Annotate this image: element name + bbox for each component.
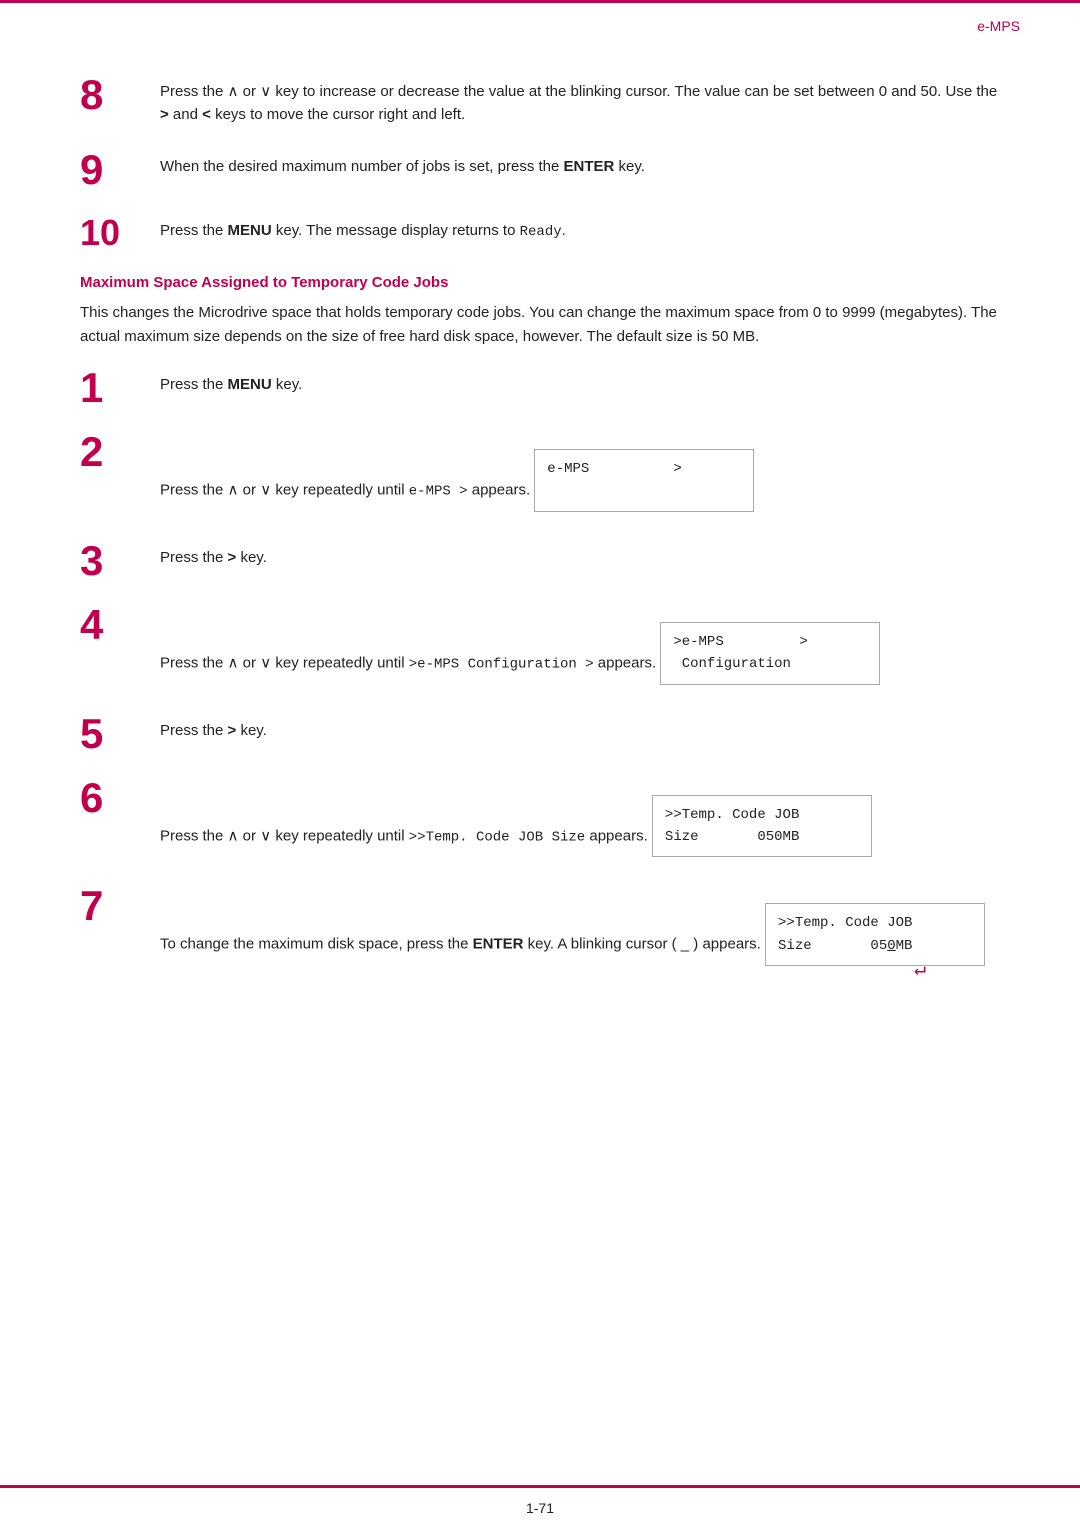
- header-title: e-MPS: [977, 18, 1020, 34]
- step-7-cursor-pos: 0: [887, 938, 895, 954]
- step-2-code-box: e-MPS >: [534, 449, 754, 512]
- step-5-number: 5: [80, 713, 160, 755]
- page-header: e-MPS: [0, 0, 1080, 34]
- step-9-content: When the desired maximum number of jobs …: [160, 149, 1000, 178]
- step-8-number: 8: [80, 74, 160, 116]
- step-7-content: To change the maximum disk space, press …: [160, 885, 1000, 972]
- step-8-lt-key: <: [202, 106, 211, 123]
- step-9-enter-key: ENTER: [564, 158, 615, 175]
- step-10-number: 10: [80, 213, 160, 253]
- step-7-code-box: >>Temp. Code JOB Size 050MB ↵: [765, 903, 985, 966]
- step-6-display-text: >>Temp. Code JOB Size: [409, 829, 585, 845]
- step-7-number: 7: [80, 885, 160, 927]
- step-6-up-arrow: ∧: [228, 827, 239, 844]
- section-heading: Maximum Space Assigned to Temporary Code…: [80, 274, 1000, 291]
- page-number: 1-71: [526, 1500, 554, 1516]
- step-4-up-arrow: ∧: [228, 654, 239, 671]
- step-10-content: Press the MENU key. The message display …: [160, 213, 1000, 244]
- step-2-row: 2 Press the ∧ or ∨ key repeatedly until …: [80, 431, 1000, 518]
- step-8-gt-key: >: [160, 106, 169, 123]
- step-4-display-text: >e-MPS Configuration >: [409, 656, 594, 672]
- step-5-gt-key: >: [228, 722, 237, 739]
- page-footer: 1-71: [0, 1500, 1080, 1516]
- step-8-up-arrow: ∧: [228, 83, 239, 100]
- cursor-arrow-icon: ↵: [914, 955, 926, 987]
- step-4-row: 4 Press the ∧ or ∨ key repeatedly until …: [80, 604, 1000, 691]
- step-8-down-arrow: ∨: [260, 83, 271, 100]
- step-7-row: 7 To change the maximum disk space, pres…: [80, 885, 1000, 972]
- step-4-code-box: >e-MPS > Configuration: [660, 622, 880, 685]
- step-9-row: 9 When the desired maximum number of job…: [80, 149, 1000, 191]
- step-3-content: Press the > key.: [160, 540, 1000, 569]
- step-2-content: Press the ∧ or ∨ key repeatedly until e-…: [160, 431, 1000, 518]
- step-4-down-arrow: ∨: [260, 654, 271, 671]
- step-6-down-arrow: ∨: [260, 827, 271, 844]
- step-4-content: Press the ∧ or ∨ key repeatedly until >e…: [160, 604, 1000, 691]
- step-3-number: 3: [80, 540, 160, 582]
- top-decorative-line: [0, 0, 1080, 3]
- step-2-down-arrow: ∨: [260, 481, 271, 498]
- step-5-row: 5 Press the > key.: [80, 713, 1000, 755]
- step-8-row: 8 Press the ∧ or ∨ key to increase or de…: [80, 74, 1000, 127]
- bottom-decorative-line: [0, 1485, 1080, 1488]
- main-content: 8 Press the ∧ or ∨ key to increase or de…: [0, 34, 1080, 1054]
- step-3-row: 3 Press the > key.: [80, 540, 1000, 582]
- step-1-number: 1: [80, 367, 160, 409]
- step-8-content: Press the ∧ or ∨ key to increase or decr…: [160, 74, 1000, 127]
- step-6-number: 6: [80, 777, 160, 819]
- step-6-code-box: >>Temp. Code JOB Size 050MB: [652, 795, 872, 858]
- page-container: e-MPS 8 Press the ∧ or ∨ key to increase…: [0, 0, 1080, 1528]
- step-10-ready-text: Ready: [520, 224, 562, 240]
- step-2-display-text: e-MPS >: [409, 483, 468, 499]
- step-10-row: 10 Press the MENU key. The message displ…: [80, 213, 1000, 253]
- step-4-number: 4: [80, 604, 160, 646]
- step-1-menu-key: MENU: [228, 376, 272, 393]
- step-10-menu-key: MENU: [228, 222, 272, 239]
- step-2-up-arrow: ∧: [228, 481, 239, 498]
- step-7-enter-key: ENTER: [473, 936, 524, 953]
- step-6-row: 6 Press the ∧ or ∨ key repeatedly until …: [80, 777, 1000, 864]
- step-6-content: Press the ∧ or ∨ key repeatedly until >>…: [160, 777, 1000, 864]
- step-3-gt-key: >: [228, 549, 237, 566]
- step-5-content: Press the > key.: [160, 713, 1000, 742]
- step-2-number: 2: [80, 431, 160, 473]
- section-body: This changes the Microdrive space that h…: [80, 301, 1000, 349]
- step-9-number: 9: [80, 149, 160, 191]
- step-1-row: 1 Press the MENU key.: [80, 367, 1000, 409]
- step-1-content: Press the MENU key.: [160, 367, 1000, 396]
